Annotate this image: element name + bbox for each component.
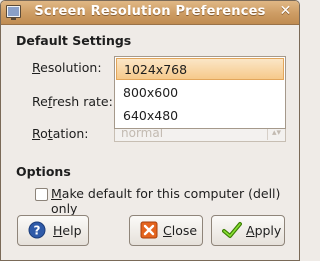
- preferences-window: Screen Resolution Preferences ✕ Default …: [0, 0, 300, 261]
- resolution-option[interactable]: 1024x768: [116, 58, 284, 80]
- apply-check-icon: [222, 222, 242, 238]
- help-label: Help: [53, 223, 82, 238]
- resolution-option[interactable]: 800x600: [116, 82, 284, 104]
- close-label: Close: [163, 223, 198, 238]
- resolution-label: Resolution:: [32, 60, 102, 75]
- help-button[interactable]: ? Help: [17, 215, 89, 246]
- options-heading: Options: [16, 164, 71, 179]
- svg-text:?: ?: [34, 224, 41, 238]
- resolution-option[interactable]: 640x480: [116, 105, 284, 127]
- apply-label: Apply: [246, 223, 282, 238]
- close-icon: [140, 221, 158, 239]
- window-title: Screen Resolution Preferences: [34, 4, 266, 19]
- close-button[interactable]: Close: [129, 215, 203, 246]
- make-default-checkbox[interactable]: [35, 188, 48, 201]
- title-bar[interactable]: Screen Resolution Preferences ✕: [1, 1, 299, 25]
- help-icon: ?: [28, 221, 46, 239]
- refresh-rate-label: Refresh rate:: [32, 94, 113, 109]
- apply-button[interactable]: Apply: [211, 215, 285, 246]
- make-default-label[interactable]: Make default for this computer (dell) on…: [51, 186, 299, 216]
- rotation-label: Rotation:: [32, 126, 89, 141]
- window-close-icon[interactable]: ✕: [278, 4, 293, 19]
- resolution-dropdown-list[interactable]: 1024x768 800x600 640x480: [114, 56, 286, 129]
- default-settings-heading: Default Settings: [16, 33, 132, 48]
